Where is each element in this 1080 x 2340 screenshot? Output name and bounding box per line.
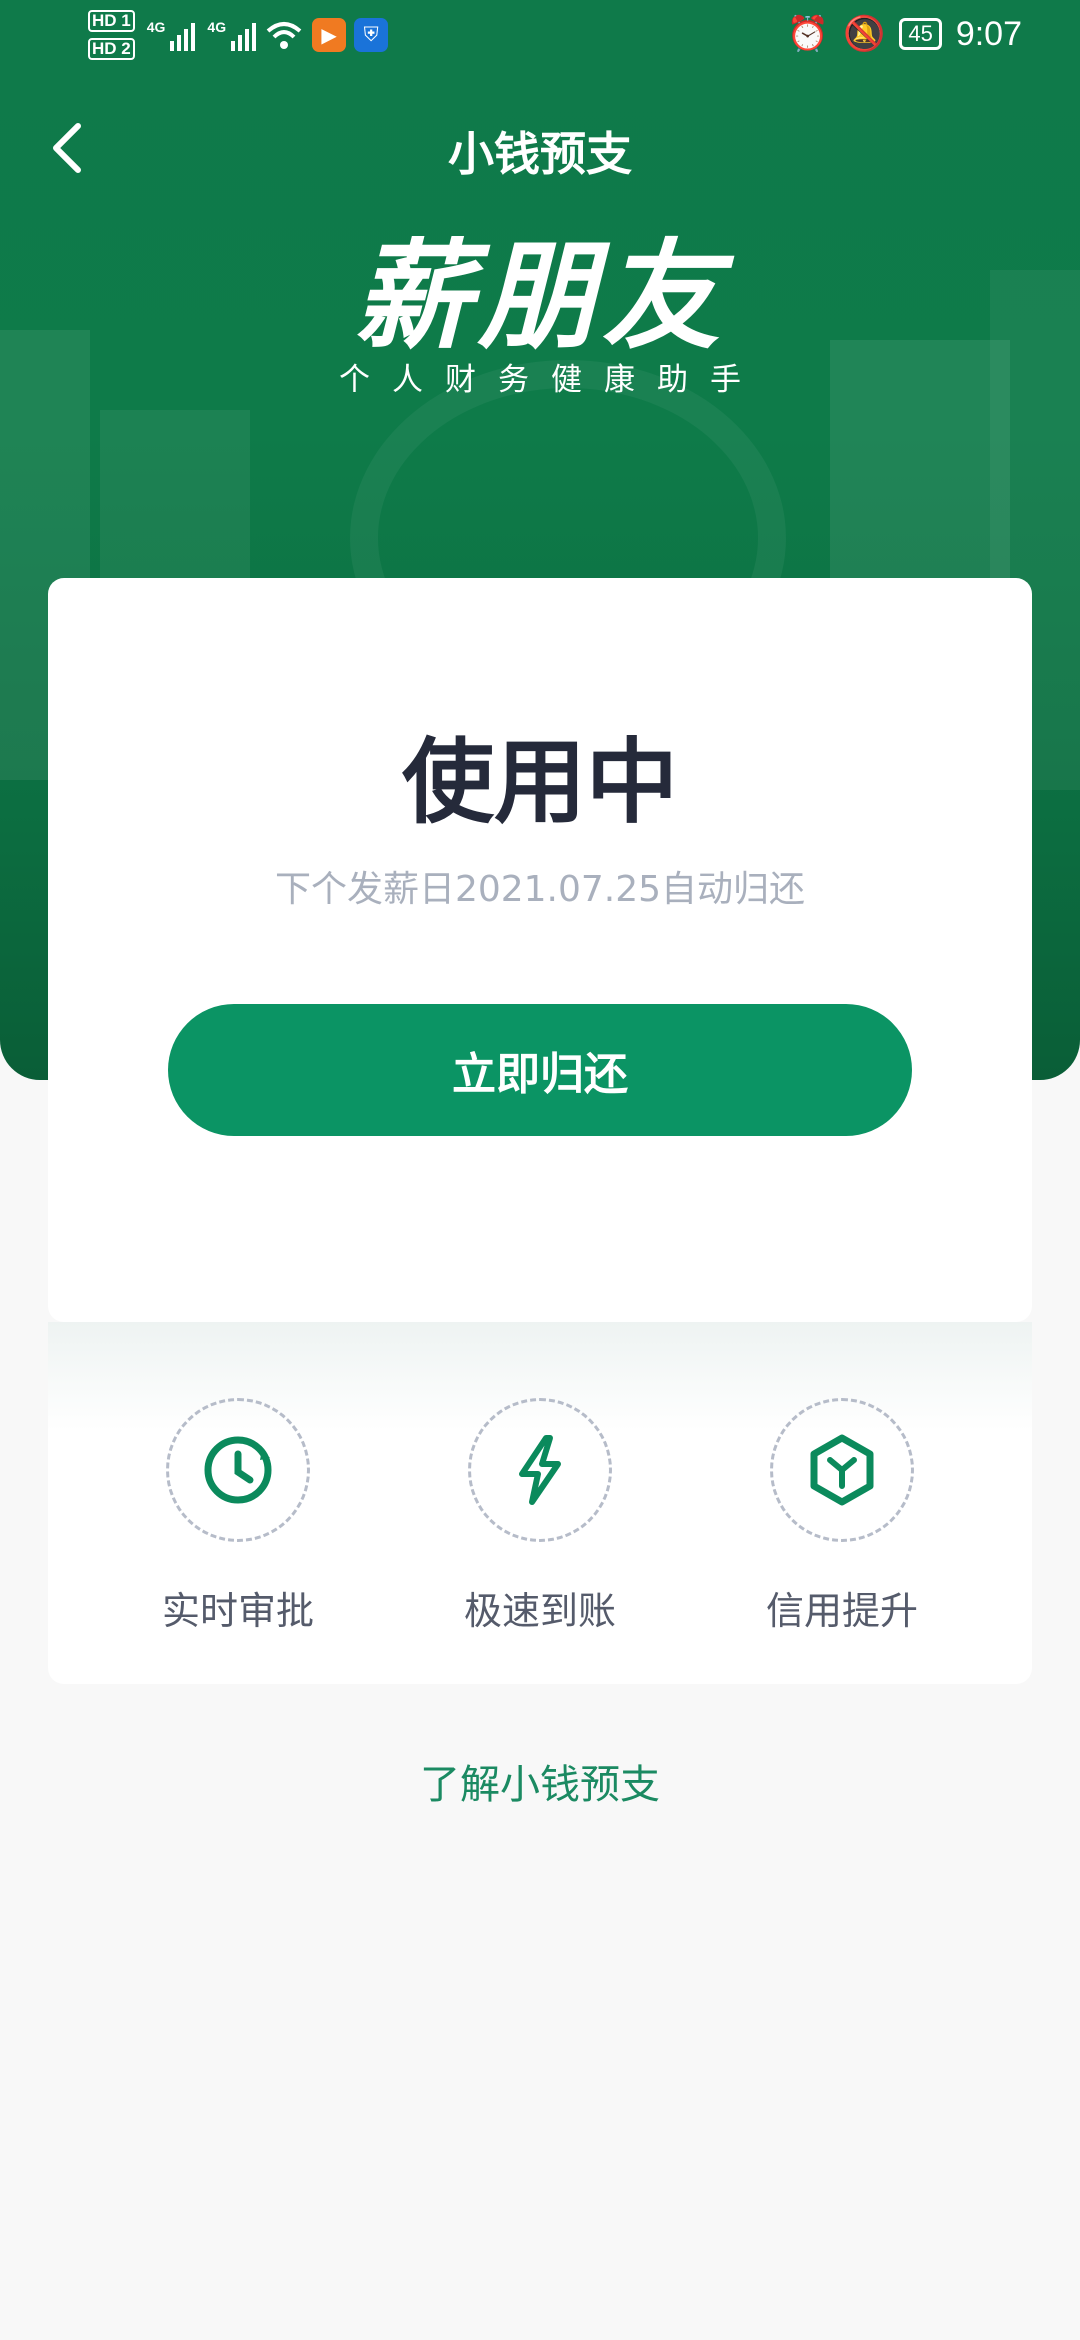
brand-logo: 薪朋友 <box>353 226 726 365</box>
alarm-icon: ⏰ <box>786 15 829 53</box>
video-app-icon: ▶ <box>312 18 347 52</box>
cube-icon <box>810 1434 874 1506</box>
signal-icon: 4G <box>147 19 196 51</box>
mute-icon: 🔕 <box>842 15 886 53</box>
network-label: 4G <box>146 19 166 35</box>
feature-ring <box>468 1398 612 1542</box>
signal-icon: 4G <box>207 19 257 51</box>
clock-time: 9:07 <box>955 14 1022 53</box>
brand-slogan: 个人财务健康助手 <box>339 362 763 398</box>
feature-label: 极速到账 <box>463 1589 616 1633</box>
repayment-note: 下个发薪日2021.07.25自动归还 <box>274 869 806 910</box>
network-label: 4G <box>207 19 227 35</box>
feature-label: 实时审批 <box>161 1589 314 1633</box>
status-title: 使用中 <box>401 729 678 836</box>
lightning-icon <box>519 1435 561 1505</box>
feature-ring <box>770 1398 914 1542</box>
feature-ring <box>166 1398 310 1542</box>
status-card: 使用中 下个发薪日2021.07.25自动归还 立即归还 <box>48 578 1032 1322</box>
feature-panel: 实时审批 极速到账 信用提升 <box>48 1322 1032 1684</box>
sim-indicators: HD 1 HD 2 <box>88 10 135 60</box>
wifi-icon <box>266 22 302 49</box>
sim-1-label: HD 1 <box>88 10 135 32</box>
feature-label: 信用提升 <box>765 1589 918 1633</box>
battery-icon: 45 <box>899 18 942 50</box>
feature-item: 信用提升 <box>722 1398 962 1635</box>
clock-icon <box>204 1436 272 1504</box>
status-bar: HD 1 HD 2 4G 4G ▶ ⛨ ⏰ 🔕 45 9:07 <box>0 0 1080 80</box>
feature-item: 极速到账 <box>420 1398 660 1635</box>
shield-icon: ⛨ <box>354 18 389 52</box>
feature-item: 实时审批 <box>118 1398 358 1635</box>
learn-more-link[interactable]: 了解小钱预支 <box>0 1752 1080 1810</box>
page-title: 小钱预支 <box>448 127 632 181</box>
sim-2-label: HD 2 <box>88 38 135 60</box>
repay-now-button[interactable]: 立即归还 <box>168 1004 912 1136</box>
